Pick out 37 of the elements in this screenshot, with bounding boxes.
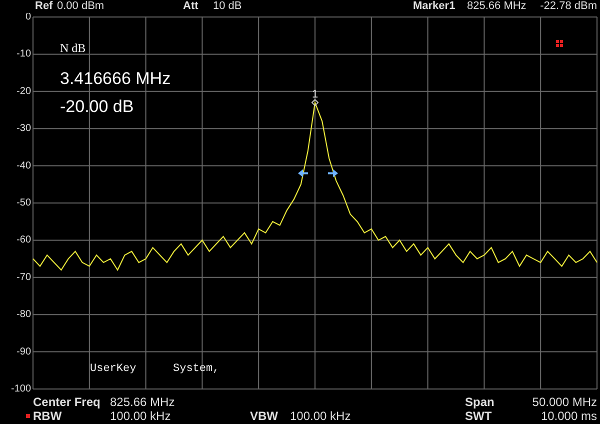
marker-number: 1 <box>312 88 318 101</box>
status-indicator-icon <box>556 40 563 47</box>
ref-value: 0.00 dBm <box>57 0 106 13</box>
setting-label: SWT <box>465 409 492 423</box>
key-label: UserKey <box>90 363 136 375</box>
axis-label: -40 <box>16 160 31 172</box>
axis-label: -100 <box>10 384 31 394</box>
ref-label: Ref <box>35 0 54 13</box>
setting-value: 825.66 MHz <box>110 395 175 409</box>
marker-frequency: 825.66 MHz <box>467 0 528 13</box>
marker-label: Marker1 <box>413 0 456 13</box>
axis-label: -10 <box>16 48 31 60</box>
axis-label: -50 <box>16 198 31 208</box>
left-arrow-icon <box>298 169 308 178</box>
setting-value: 100.00 kHz <box>110 409 171 423</box>
marker-level: -22.78 dBm <box>539 0 598 13</box>
axis-label: -80 <box>16 309 31 320</box>
right-arrow-icon <box>328 169 338 178</box>
setting-label: Center Freq <box>33 395 100 409</box>
setting-value: 10.000 ms <box>540 409 598 423</box>
setting-label: RBW <box>33 409 62 423</box>
setting-label: VBW <box>250 409 278 423</box>
bandwidth-readout: 3.416666 MHz <box>60 69 171 88</box>
axis-label: -20 <box>16 86 31 97</box>
attenuation-value: 10 dB <box>213 0 243 13</box>
setting-value: 50.000 MHz <box>532 395 598 409</box>
level-readout: -20.00 dB <box>60 97 134 116</box>
axis-label: -60 <box>16 234 31 246</box>
attenuation-label: Att <box>183 0 200 13</box>
key-label: System, <box>173 363 220 375</box>
axis-label: -70 <box>16 272 31 283</box>
axis-label: -30 <box>16 123 31 134</box>
function-title: N dB <box>60 41 86 55</box>
setting-label: Span <box>465 395 494 409</box>
marker-point-icon <box>311 98 319 106</box>
setting-value: 100.00 kHz <box>290 409 351 423</box>
axis-label: -90 <box>16 346 31 358</box>
